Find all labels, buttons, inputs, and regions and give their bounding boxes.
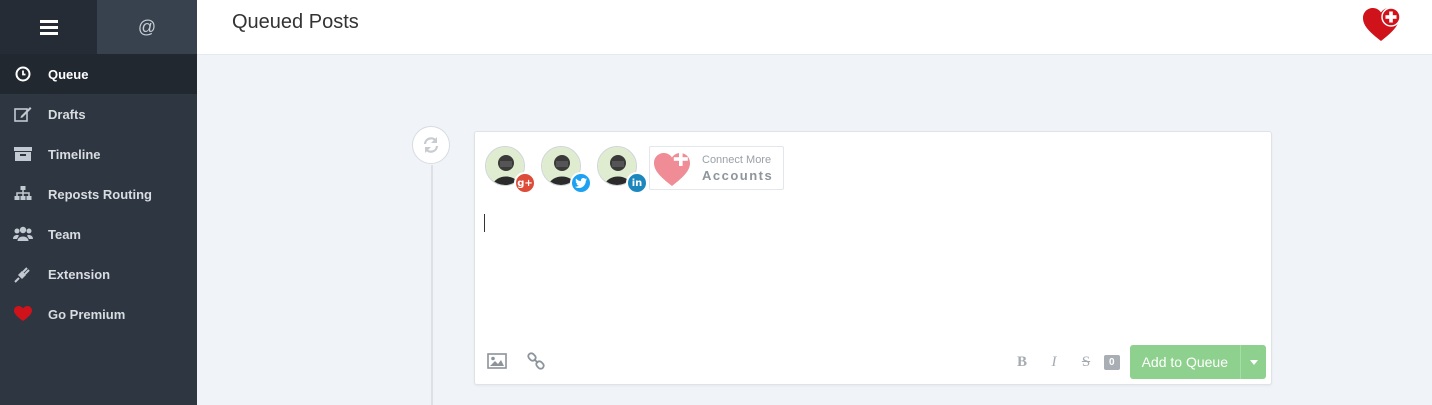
account-twitter[interactable] bbox=[541, 146, 592, 194]
post-composer: g+ in Connect More Accounts B I S 0 Add … bbox=[474, 131, 1272, 385]
sitemap-icon bbox=[12, 186, 34, 202]
timeline-line bbox=[431, 165, 433, 405]
image-icon bbox=[487, 353, 507, 369]
sidebar-item-reposts-routing[interactable]: Reposts Routing bbox=[0, 174, 197, 214]
post-text-input[interactable] bbox=[483, 214, 1263, 334]
account-google-plus[interactable]: g+ bbox=[485, 146, 536, 194]
sidebar-item-timeline[interactable]: Timeline bbox=[0, 134, 197, 174]
sidebar-item-label: Queue bbox=[48, 66, 89, 82]
mentions-tab[interactable]: @ bbox=[97, 0, 197, 54]
sidebar-item-label: Extension bbox=[48, 266, 111, 282]
sidebar-item-drafts[interactable]: Drafts bbox=[0, 94, 197, 134]
sidebar-item-go-premium[interactable]: Go Premium bbox=[0, 294, 197, 334]
linkedin-icon: in bbox=[626, 172, 648, 194]
sidebar-item-label: Reposts Routing bbox=[48, 186, 152, 202]
sidebar-item-team[interactable]: Team bbox=[0, 214, 197, 254]
mentions-label: @ bbox=[137, 16, 157, 37]
add-to-queue-button[interactable]: Add to Queue bbox=[1129, 345, 1240, 379]
text-caret bbox=[484, 214, 485, 232]
refresh-icon bbox=[423, 137, 439, 153]
bold-button[interactable]: B bbox=[1006, 354, 1038, 371]
add-link-button[interactable] bbox=[527, 352, 545, 370]
account-selector: g+ in Connect More Accounts bbox=[485, 146, 785, 194]
edit-icon bbox=[12, 106, 34, 122]
heart-icon bbox=[12, 306, 34, 322]
connect-line2: Accounts bbox=[702, 168, 774, 183]
users-icon bbox=[12, 226, 34, 242]
connect-line1: Connect More bbox=[702, 154, 772, 166]
account-linkedin[interactable]: in bbox=[597, 146, 648, 194]
page-title: Queued Posts bbox=[232, 11, 359, 33]
refresh-button[interactable] bbox=[412, 126, 450, 164]
sidebar-item-label: Timeline bbox=[48, 146, 101, 162]
add-options-dropdown[interactable] bbox=[1240, 345, 1266, 379]
twitter-icon bbox=[570, 172, 592, 194]
sidebar: @ Queue Drafts Timeline Reposts Routing … bbox=[0, 0, 197, 405]
sidebar-top-tabs: @ bbox=[0, 0, 197, 54]
caret-down-icon bbox=[1249, 359, 1258, 365]
link-icon bbox=[527, 352, 545, 370]
heart-plus-icon bbox=[654, 152, 690, 186]
google-plus-icon: g+ bbox=[514, 172, 536, 194]
sidebar-item-label: Team bbox=[48, 226, 81, 242]
sidebar-item-label: Drafts bbox=[48, 106, 86, 122]
strikethrough-button[interactable]: S bbox=[1070, 354, 1102, 371]
top-header: Queued Posts bbox=[197, 0, 1432, 55]
sidebar-item-extension[interactable]: Extension bbox=[0, 254, 197, 294]
plug-icon bbox=[12, 265, 34, 283]
media-toolbar bbox=[487, 352, 565, 370]
add-to-queue-group: Add to Queue bbox=[1129, 345, 1266, 379]
connect-text: Connect More Accounts bbox=[702, 153, 773, 183]
clock-icon bbox=[12, 66, 34, 82]
menu-toggle-button[interactable] bbox=[0, 0, 97, 54]
connect-more-accounts-button[interactable]: Connect More Accounts bbox=[649, 146, 785, 190]
add-image-button[interactable] bbox=[487, 353, 507, 369]
format-toolbar: B I S 0 Add to Queue bbox=[1006, 345, 1266, 379]
heart-plus-logo[interactable] bbox=[1362, 6, 1402, 47]
character-counter: 0 bbox=[1104, 354, 1120, 370]
hamburger-icon bbox=[39, 19, 58, 35]
sidebar-item-queue[interactable]: Queue bbox=[0, 54, 197, 94]
italic-button[interactable]: I bbox=[1038, 354, 1070, 371]
archive-icon bbox=[12, 146, 34, 162]
sidebar-item-label: Go Premium bbox=[48, 306, 126, 322]
